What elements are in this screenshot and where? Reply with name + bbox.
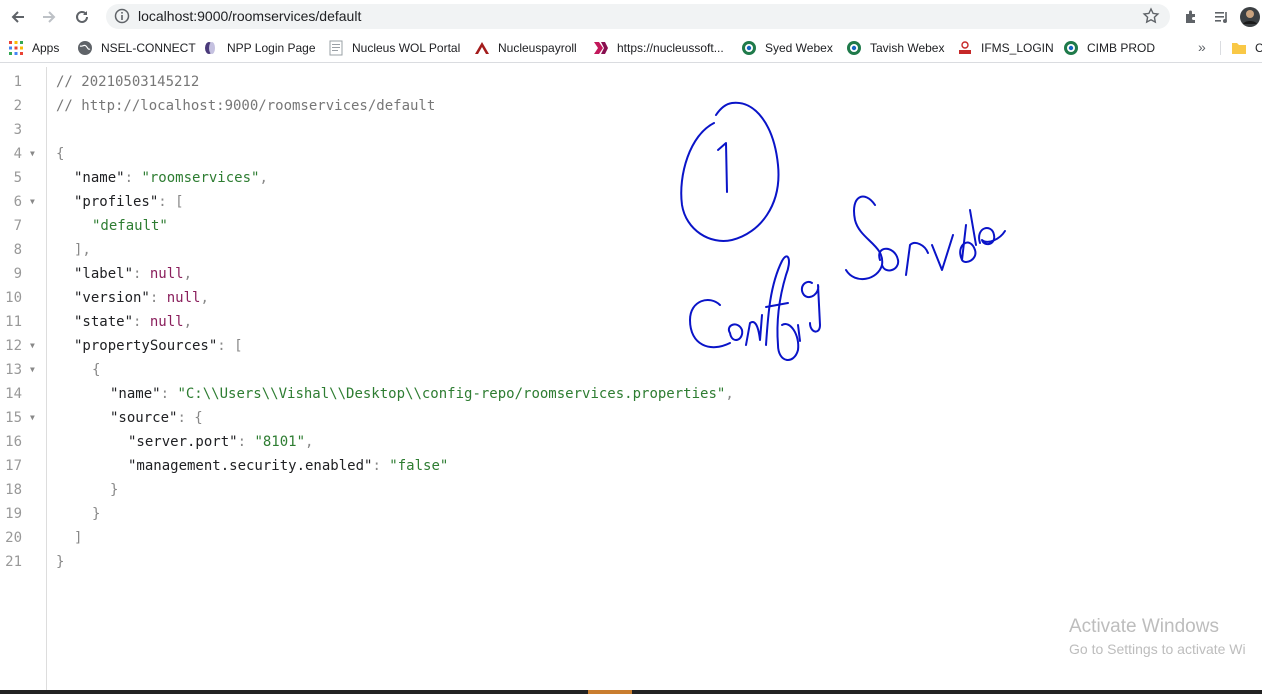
bookmark-label: IFMS_LOGIN xyxy=(981,41,1054,55)
address-bar[interactable]: localhost:9000/roomservices/default xyxy=(106,4,1170,29)
fold-toggle-icon[interactable]: ▼ xyxy=(30,142,35,166)
browser-toolbar: localhost:9000/roomservices/default xyxy=(0,0,1262,33)
activation-watermark-title: Activate Windows xyxy=(1069,616,1219,637)
code-line: 11 "state": null, xyxy=(5,314,193,330)
fold-toggle-icon[interactable]: ▼ xyxy=(30,334,35,358)
back-arrow-icon[interactable] xyxy=(5,4,31,30)
bookmark-nsel-connect[interactable]: NSEL-CONNECT xyxy=(77,39,196,57)
more-bookmarks-chevron-icon[interactable]: » xyxy=(1198,39,1206,55)
code-line: 6 ▼ "profiles": [ xyxy=(0,190,1262,214)
extensions-puzzle-icon[interactable] xyxy=(1178,4,1204,30)
fold-toggle-icon[interactable]: ▼ xyxy=(30,406,35,430)
globe-icon xyxy=(77,40,93,56)
code-line: 3 xyxy=(13,122,22,138)
webex-icon xyxy=(741,40,757,56)
code-line: 15 ▼ "source": { xyxy=(0,406,1262,430)
reload-icon[interactable] xyxy=(69,4,95,30)
webex-icon xyxy=(846,40,862,56)
activation-watermark-subtitle: Go to Settings to activate Wi xyxy=(1069,641,1246,657)
bookmark-tavish-webex[interactable]: Tavish Webex xyxy=(846,39,944,57)
apps-grid-icon xyxy=(8,40,24,56)
bookmark-apps[interactable]: Apps xyxy=(8,39,59,57)
code-line: 9 "label": null, xyxy=(13,266,193,282)
code-line: 2// http://localhost:9000/roomservices/d… xyxy=(13,98,436,114)
bookmark-label: Tavish Webex xyxy=(870,41,945,55)
nucleussoft-icon xyxy=(593,40,609,56)
code-line: 19} xyxy=(5,506,101,522)
page-icon xyxy=(328,40,344,56)
code-line: 12 ▼ "propertySources": [ xyxy=(0,334,1262,358)
bookmark-label: Nucleuspayroll xyxy=(498,41,577,55)
code-line: 14 "name": "C:\\Users\\Vishal\\Desktop\\c… xyxy=(5,386,734,402)
bookmark-label: Nucleus WOL Portal xyxy=(352,41,461,55)
forward-arrow-icon[interactable] xyxy=(36,4,62,30)
nucleus-icon xyxy=(474,40,490,56)
info-icon[interactable] xyxy=(114,8,130,29)
taskbar-edge xyxy=(0,690,1262,694)
bookmark-folder[interactable]: C xyxy=(1231,39,1262,57)
ifms-icon xyxy=(957,40,973,56)
bookmark-label: CIMB PROD xyxy=(1087,41,1156,55)
code-line: 16 "server.port": "8101", xyxy=(5,434,314,450)
bookmark-label: Syed Webex xyxy=(765,41,833,55)
fold-toggle-icon[interactable]: ▼ xyxy=(30,358,35,382)
bookmarks-bar: Apps NSEL-CONNECT NPP Login Page Nucleus… xyxy=(0,33,1262,63)
bookmark-label: NPP Login Page xyxy=(227,41,316,55)
code-line: 5 "name": "roomservices", xyxy=(13,170,268,186)
code-line: 8], xyxy=(13,242,91,258)
webex-icon xyxy=(1063,40,1079,56)
bookmark-label: NSEL-CONNECT xyxy=(101,41,196,55)
bookmark-nucleus-wol[interactable]: Nucleus WOL Portal xyxy=(328,39,460,57)
npp-icon xyxy=(203,40,219,56)
code-line: 1// 20210503145212 xyxy=(13,74,200,90)
bookmark-npp-login[interactable]: NPP Login Page xyxy=(203,39,316,57)
bookmark-label: Apps xyxy=(32,41,60,55)
profile-avatar[interactable] xyxy=(1238,4,1262,30)
code-line: 4 ▼{ xyxy=(0,142,1262,166)
handwritten-annotation xyxy=(680,101,1006,361)
url-text[interactable]: localhost:9000/roomservices/default xyxy=(138,8,361,24)
code-line: 17 "management.security.enabled": "false" xyxy=(5,458,449,474)
code-line: 10 "version": null, xyxy=(5,290,209,306)
bookmark-label: https://nucleussoft... xyxy=(617,41,724,55)
bookmark-cimb-prod[interactable]: CIMB PROD xyxy=(1063,39,1155,57)
code-line: 21} xyxy=(5,554,65,570)
bookmark-divider xyxy=(1220,41,1221,55)
code-line: 18} xyxy=(5,482,119,498)
code-line: 20] xyxy=(5,530,83,546)
folder-icon xyxy=(1231,40,1247,56)
bookmark-syed-webex[interactable]: Syed Webex xyxy=(741,39,833,57)
media-queue-icon[interactable] xyxy=(1209,4,1235,30)
fold-toggle-icon[interactable]: ▼ xyxy=(30,190,35,214)
code-line: 13 ▼{ xyxy=(0,358,1262,382)
bookmark-nucleuspayroll[interactable]: Nucleuspayroll xyxy=(474,39,577,57)
json-viewer: 1// 20210503145212 2// http://localhost:… xyxy=(0,67,1262,694)
bookmark-label: C xyxy=(1255,41,1262,55)
code-line: 7 "default" xyxy=(13,218,168,234)
bookmark-ifms-login[interactable]: IFMS_LOGIN xyxy=(957,39,1054,57)
bookmark-star-icon[interactable] xyxy=(1142,7,1160,30)
bookmark-nucleussoft[interactable]: https://nucleussoft... xyxy=(593,39,724,57)
